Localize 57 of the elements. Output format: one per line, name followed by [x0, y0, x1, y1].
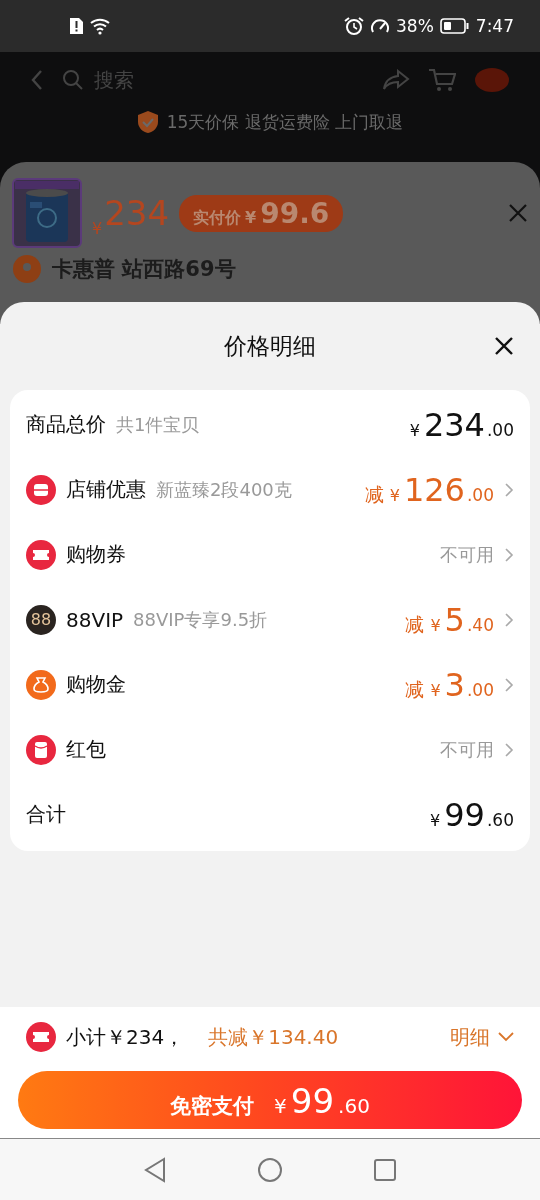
close-icon: [508, 203, 528, 223]
details-toggle[interactable]: 明细: [450, 1023, 514, 1051]
chevron-right-icon: [504, 611, 514, 628]
vip-icon: 88: [26, 604, 56, 635]
pay-button[interactable]: 免密支付 ¥99.60: [18, 1071, 522, 1129]
ticket-icon: [26, 539, 56, 570]
badge-currency: ¥: [245, 207, 257, 227]
badge-label: 实付价: [193, 207, 242, 229]
ticket-icon: [26, 1022, 56, 1052]
battery-percent: 38%: [396, 16, 434, 36]
sim-alert-icon: [68, 17, 84, 35]
close-icon: [494, 336, 514, 356]
price-amount: 减 ¥5.40: [405, 600, 494, 639]
share-icon: [382, 69, 410, 91]
row-label: 红包: [66, 736, 106, 763]
price-amount: ¥99.60: [430, 795, 514, 834]
price-amount: ¥234.00: [409, 405, 514, 444]
row-note: 88VIP专享9.5折: [133, 607, 268, 632]
alarm-icon: [344, 16, 364, 36]
search-icon: [62, 69, 84, 91]
row-label: 88VIP: [66, 607, 124, 632]
sheet-title: 价格明细: [224, 331, 316, 361]
row-label: 购物券: [66, 541, 126, 568]
bag-icon: [26, 669, 56, 700]
shield-icon: [136, 110, 159, 134]
total-savings: 共减￥134.40: [208, 1023, 339, 1051]
row-label: 购物金: [66, 671, 126, 698]
battery-icon: [439, 18, 470, 34]
address-text: 卡惠普 站西路69号: [52, 256, 236, 283]
row-label: 合计: [26, 801, 66, 828]
recents-nav-icon: [373, 1157, 397, 1182]
row-note: 新蓝臻2段400克: [156, 477, 292, 502]
clock-time: 7:47: [475, 16, 514, 36]
row-label: 商品总价: [26, 411, 106, 438]
row-note: 共1件宝贝: [116, 412, 200, 437]
cart-icon: [428, 67, 456, 93]
back-nav-icon: [143, 1156, 167, 1183]
chevron-right-icon: [504, 676, 514, 693]
currency-sign: ¥: [92, 219, 103, 238]
chevron-right-icon: [504, 546, 514, 563]
home-nav-icon: [257, 1156, 283, 1183]
badge-price: 99.6: [260, 196, 330, 230]
packet-icon: [26, 734, 56, 765]
unavailable-status: 不可用: [440, 542, 494, 567]
price-amount: 减 ¥126.00: [364, 470, 494, 509]
row-label: 店铺优惠: [66, 476, 146, 503]
price-amount: 减 ¥3.00: [405, 665, 494, 704]
subtotal-text: 小计￥234，: [66, 1023, 185, 1051]
chevron-down-icon: [498, 1032, 514, 1042]
wifi-icon: [90, 17, 112, 35]
product-price: 234: [104, 193, 170, 233]
guarantee-text: 15天价保 退货运费险 上门取退: [166, 110, 404, 134]
chevron-right-icon: [504, 481, 514, 498]
back-icon: [30, 69, 44, 91]
unavailable-status: 不可用: [440, 737, 494, 762]
chevron-right-icon: [504, 741, 514, 758]
store-icon: [26, 474, 56, 505]
